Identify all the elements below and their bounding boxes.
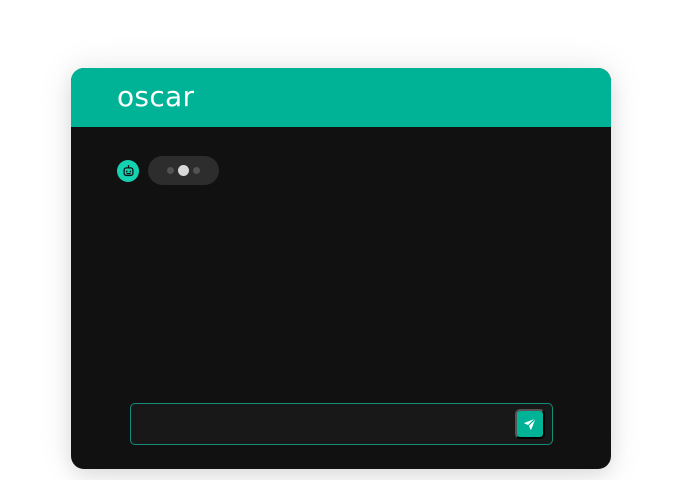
typing-dot-3 [193,167,200,174]
bot-icon [122,164,134,176]
typing-indicator [148,156,219,185]
message-composer [130,403,553,445]
page: oscar [0,0,682,480]
message-input[interactable] [143,409,508,439]
brand-name: oscar [117,80,195,113]
typing-dot-2 [178,165,189,176]
bot-avatar [117,160,139,182]
send-icon [524,417,537,430]
chat-widget: oscar [71,68,611,469]
typing-dot-1 [167,167,174,174]
message-list [71,127,611,387]
chat-header: oscar [71,68,611,127]
send-button[interactable] [515,409,545,439]
